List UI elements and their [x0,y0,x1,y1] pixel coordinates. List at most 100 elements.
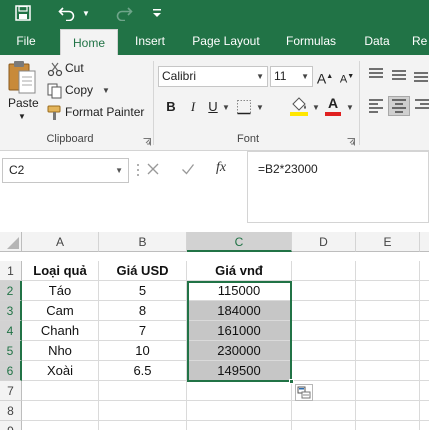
cell-b3[interactable]: 8 [99,301,187,321]
name-box[interactable]: C2 ▼ [2,158,129,183]
paste-dropdown-icon[interactable]: ▼ [18,112,26,121]
row-header-3[interactable]: 3 [0,301,22,321]
tab-data[interactable]: Data [358,26,396,55]
align-right-icon[interactable] [413,98,429,114]
tab-file[interactable]: File [8,26,44,55]
cell-a7[interactable] [22,381,99,401]
cell-e1[interactable] [356,261,420,281]
cut-button[interactable]: Cut [65,61,84,75]
tab-insert[interactable]: Insert [126,26,174,55]
font-color-button[interactable]: A [323,95,343,117]
cell-c6[interactable]: 149500 [187,361,292,381]
cell-f4[interactable] [420,321,429,341]
cell-e3[interactable] [356,301,420,321]
cell-c8[interactable] [187,401,292,421]
tab-home[interactable]: Home [60,29,118,55]
cell-d3[interactable] [292,301,356,321]
cell-d2[interactable] [292,281,356,301]
cell-b8[interactable] [99,401,187,421]
italic-button[interactable]: I [184,97,202,117]
cell-a6[interactable]: Xoài [22,361,99,381]
underline-dropdown-icon[interactable]: ▼ [222,103,230,112]
cancel-icon[interactable] [146,162,160,176]
cell-b6[interactable]: 6.5 [99,361,187,381]
fill-color-icon[interactable] [289,95,309,117]
row-header-9[interactable]: 9 [0,421,22,430]
row-header-5[interactable]: 5 [0,341,22,361]
save-icon[interactable] [12,3,34,23]
cell-e8[interactable] [356,401,420,421]
cell-f1[interactable] [420,261,429,281]
column-header-c[interactable]: C [187,232,292,252]
cell-d1[interactable] [292,261,356,281]
cell-c4[interactable]: 161000 [187,321,292,341]
font-family-combo[interactable]: Calibri ▼ [158,66,268,87]
column-header-b[interactable]: B [99,232,187,252]
column-header-f[interactable] [420,232,429,252]
fill-handle[interactable] [289,379,294,384]
cell-f2[interactable] [420,281,429,301]
font-size-combo[interactable]: 11 ▼ [270,66,313,87]
cell-d6[interactable] [292,361,356,381]
shrink-font-button[interactable]: A▼ [338,67,356,87]
bold-button[interactable]: B [162,97,180,117]
cell-e2[interactable] [356,281,420,301]
cell-f6[interactable] [420,361,429,381]
cell-d9[interactable] [292,421,356,430]
copy-dropdown-icon[interactable]: ▼ [102,86,110,95]
paste-icon[interactable] [6,59,38,99]
undo-dropdown-icon[interactable]: ▼ [80,3,92,23]
cell-f3[interactable] [420,301,429,321]
cell-a3[interactable]: Cam [22,301,99,321]
tab-formulas[interactable]: Formulas [280,26,342,55]
column-header-e[interactable]: E [356,232,420,252]
cell-e4[interactable] [356,321,420,341]
cell-e5[interactable] [356,341,420,361]
underline-button[interactable]: U [204,97,222,117]
cell-d8[interactable] [292,401,356,421]
row-header-6[interactable]: 6 [0,361,22,381]
cell-b2[interactable]: 5 [99,281,187,301]
align-middle-icon[interactable] [390,67,408,83]
cell-d5[interactable] [292,341,356,361]
cell-e7[interactable] [356,381,420,401]
cell-c7[interactable] [187,381,292,401]
cell-b5[interactable]: 10 [99,341,187,361]
tab-page-layout[interactable]: Page Layout [186,26,266,55]
grow-font-button[interactable]: A▲ [316,67,334,87]
row-header-8[interactable]: 8 [0,401,22,421]
cell-b4[interactable]: 7 [99,321,187,341]
borders-icon[interactable] [236,99,252,115]
cell-e6[interactable] [356,361,420,381]
insert-function-button[interactable]: fx [216,160,234,178]
cell-e9[interactable] [356,421,420,430]
row-header-7[interactable]: 7 [0,381,22,401]
cell-f8[interactable] [420,401,429,421]
cell-c1[interactable]: Giá vnđ [187,261,292,281]
tab-review[interactable]: Re [412,26,429,55]
cell-f5[interactable] [420,341,429,361]
fill-color-dropdown-icon[interactable]: ▼ [312,103,320,112]
cell-c9[interactable] [187,421,292,430]
cell-c2[interactable]: 115000 [187,281,292,301]
row-header-1[interactable]: 1 [0,261,22,281]
format-painter-icon[interactable] [47,105,63,121]
cell-d4[interactable] [292,321,356,341]
row-header-2[interactable]: 2 [0,281,22,301]
undo-icon[interactable] [56,3,78,23]
format-painter-button[interactable]: Format Painter [65,105,144,119]
select-all-corner[interactable] [0,232,22,252]
copy-icon[interactable] [47,83,63,99]
align-left-icon[interactable] [367,98,385,114]
cell-b7[interactable] [99,381,187,401]
cell-c5[interactable]: 230000 [187,341,292,361]
cell-a4[interactable]: Chanh [22,321,99,341]
clipboard-launcher-icon[interactable] [143,135,151,146]
cell-a8[interactable] [22,401,99,421]
paste-button[interactable]: Paste [8,96,39,110]
scissors-icon[interactable] [47,61,63,77]
column-header-d[interactable]: D [292,232,356,252]
font-color-dropdown-icon[interactable]: ▼ [346,103,354,112]
check-icon[interactable] [181,162,195,176]
cell-a2[interactable]: Táo [22,281,99,301]
